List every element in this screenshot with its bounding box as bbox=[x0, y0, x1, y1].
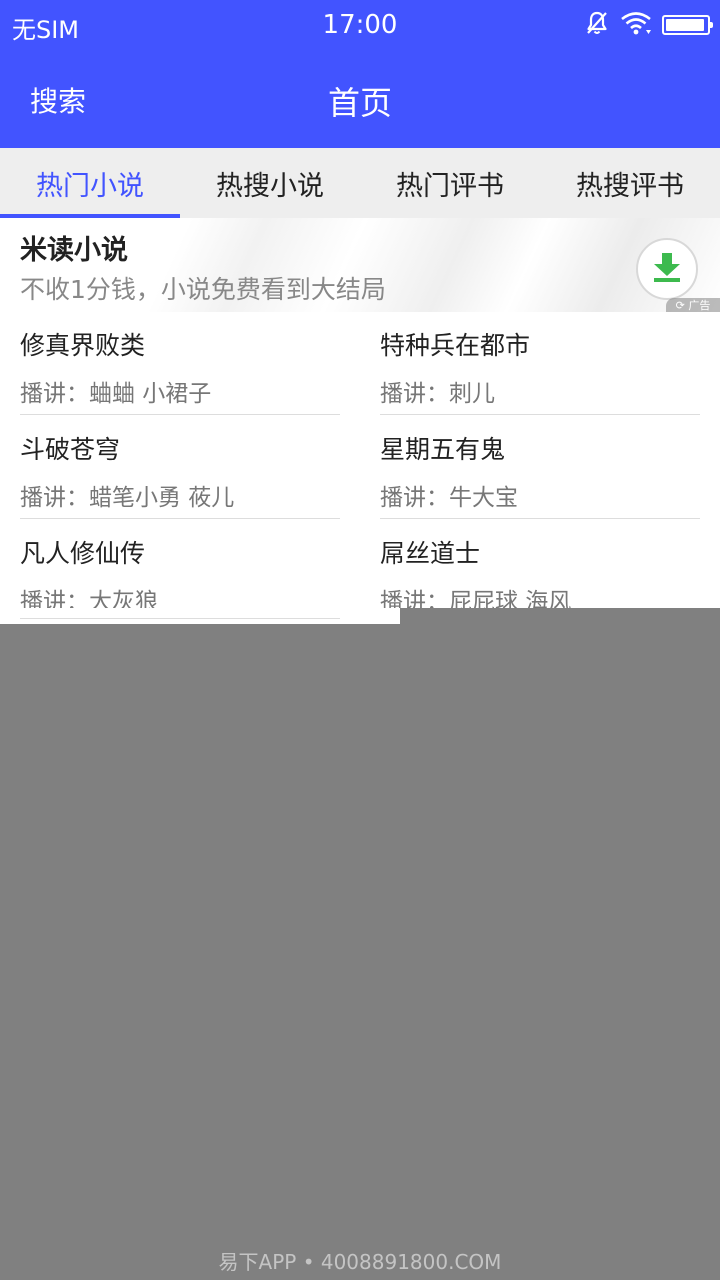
novel-title: 斗破苍穹 bbox=[20, 435, 121, 464]
title-bar: 搜索 首页 bbox=[0, 50, 720, 148]
ad-badge-label: 广告 bbox=[688, 299, 711, 312]
novel-list: 修真界败类 播讲：蛐蛐 小裙子 特种兵在都市 播讲：刺儿 斗破苍穹 播讲：蜡笔小… bbox=[0, 312, 720, 615]
battery-icon bbox=[662, 15, 713, 35]
ad-badge-icon: ⟳ bbox=[675, 299, 685, 312]
novel-narrator: 播讲：屁屁球 海风 bbox=[380, 589, 572, 608]
page-title: 首页 bbox=[327, 84, 392, 122]
novel-title: 凡人修仙传 bbox=[20, 539, 146, 568]
list-item[interactable]: 星期五有鬼 播讲：牛大宝 bbox=[380, 416, 700, 520]
search-button[interactable]: 搜索 bbox=[30, 80, 86, 120]
ad-banner[interactable]: 米读小说 不收1分钱，小说免费看到大结局 bbox=[0, 218, 720, 312]
download-icon bbox=[649, 249, 685, 289]
ad-title: 米读小说 bbox=[20, 235, 128, 266]
list-partial-row bbox=[0, 608, 400, 624]
novel-narrator: 播讲：蜡笔小勇 莜儿 bbox=[20, 485, 235, 511]
ad-download-button[interactable] bbox=[636, 238, 698, 300]
novel-title: 修真界败类 bbox=[20, 331, 146, 360]
tab-hot-storytelling[interactable]: 热门评书 bbox=[360, 148, 540, 218]
wifi-icon bbox=[620, 10, 652, 40]
tab-bar: 热门小说 热搜小说 热门评书 热搜评书 bbox=[0, 148, 720, 218]
ad-description: 不收1分钱，小说免费看到大结局 bbox=[20, 275, 386, 304]
tab-hot-novels[interactable]: 热门小说 bbox=[0, 148, 180, 218]
novel-title: 特种兵在都市 bbox=[380, 331, 531, 360]
tab-label: 热门评书 bbox=[396, 170, 504, 202]
status-icons bbox=[584, 10, 713, 40]
divider bbox=[20, 618, 340, 619]
divider bbox=[20, 414, 340, 415]
novel-narrator: 播讲：牛大宝 bbox=[380, 485, 518, 511]
novel-title: 屌丝道士 bbox=[380, 539, 481, 568]
divider bbox=[380, 518, 700, 519]
tab-trending-storytelling[interactable]: 热搜评书 bbox=[540, 148, 720, 218]
list-item[interactable]: 特种兵在都市 播讲：刺儿 bbox=[380, 312, 700, 416]
tab-label: 热搜小说 bbox=[216, 170, 324, 202]
list-item[interactable]: 斗破苍穹 播讲：蜡笔小勇 莜儿 bbox=[20, 416, 340, 520]
battery-level bbox=[666, 19, 704, 31]
novel-title: 星期五有鬼 bbox=[380, 435, 506, 464]
tab-label: 热搜评书 bbox=[576, 170, 684, 202]
tab-label: 热门小说 bbox=[36, 170, 144, 202]
list-item[interactable]: 屌丝道士 播讲：屁屁球 海风 bbox=[380, 520, 700, 608]
novel-narrator: 播讲：刺儿 bbox=[380, 381, 495, 407]
bell-muted-icon bbox=[584, 10, 610, 40]
divider bbox=[20, 518, 340, 519]
status-bar: 无SIM 17:00 bbox=[0, 0, 720, 50]
tab-trending-novels[interactable]: 热搜小说 bbox=[180, 148, 360, 218]
novel-narrator: 播讲：蛐蛐 小裙子 bbox=[20, 381, 212, 407]
watermark-footer: 易下APP • 4008891800.COM bbox=[218, 1250, 502, 1274]
divider bbox=[380, 414, 700, 415]
list-item[interactable]: 修真界败类 播讲：蛐蛐 小裙子 bbox=[20, 312, 340, 416]
